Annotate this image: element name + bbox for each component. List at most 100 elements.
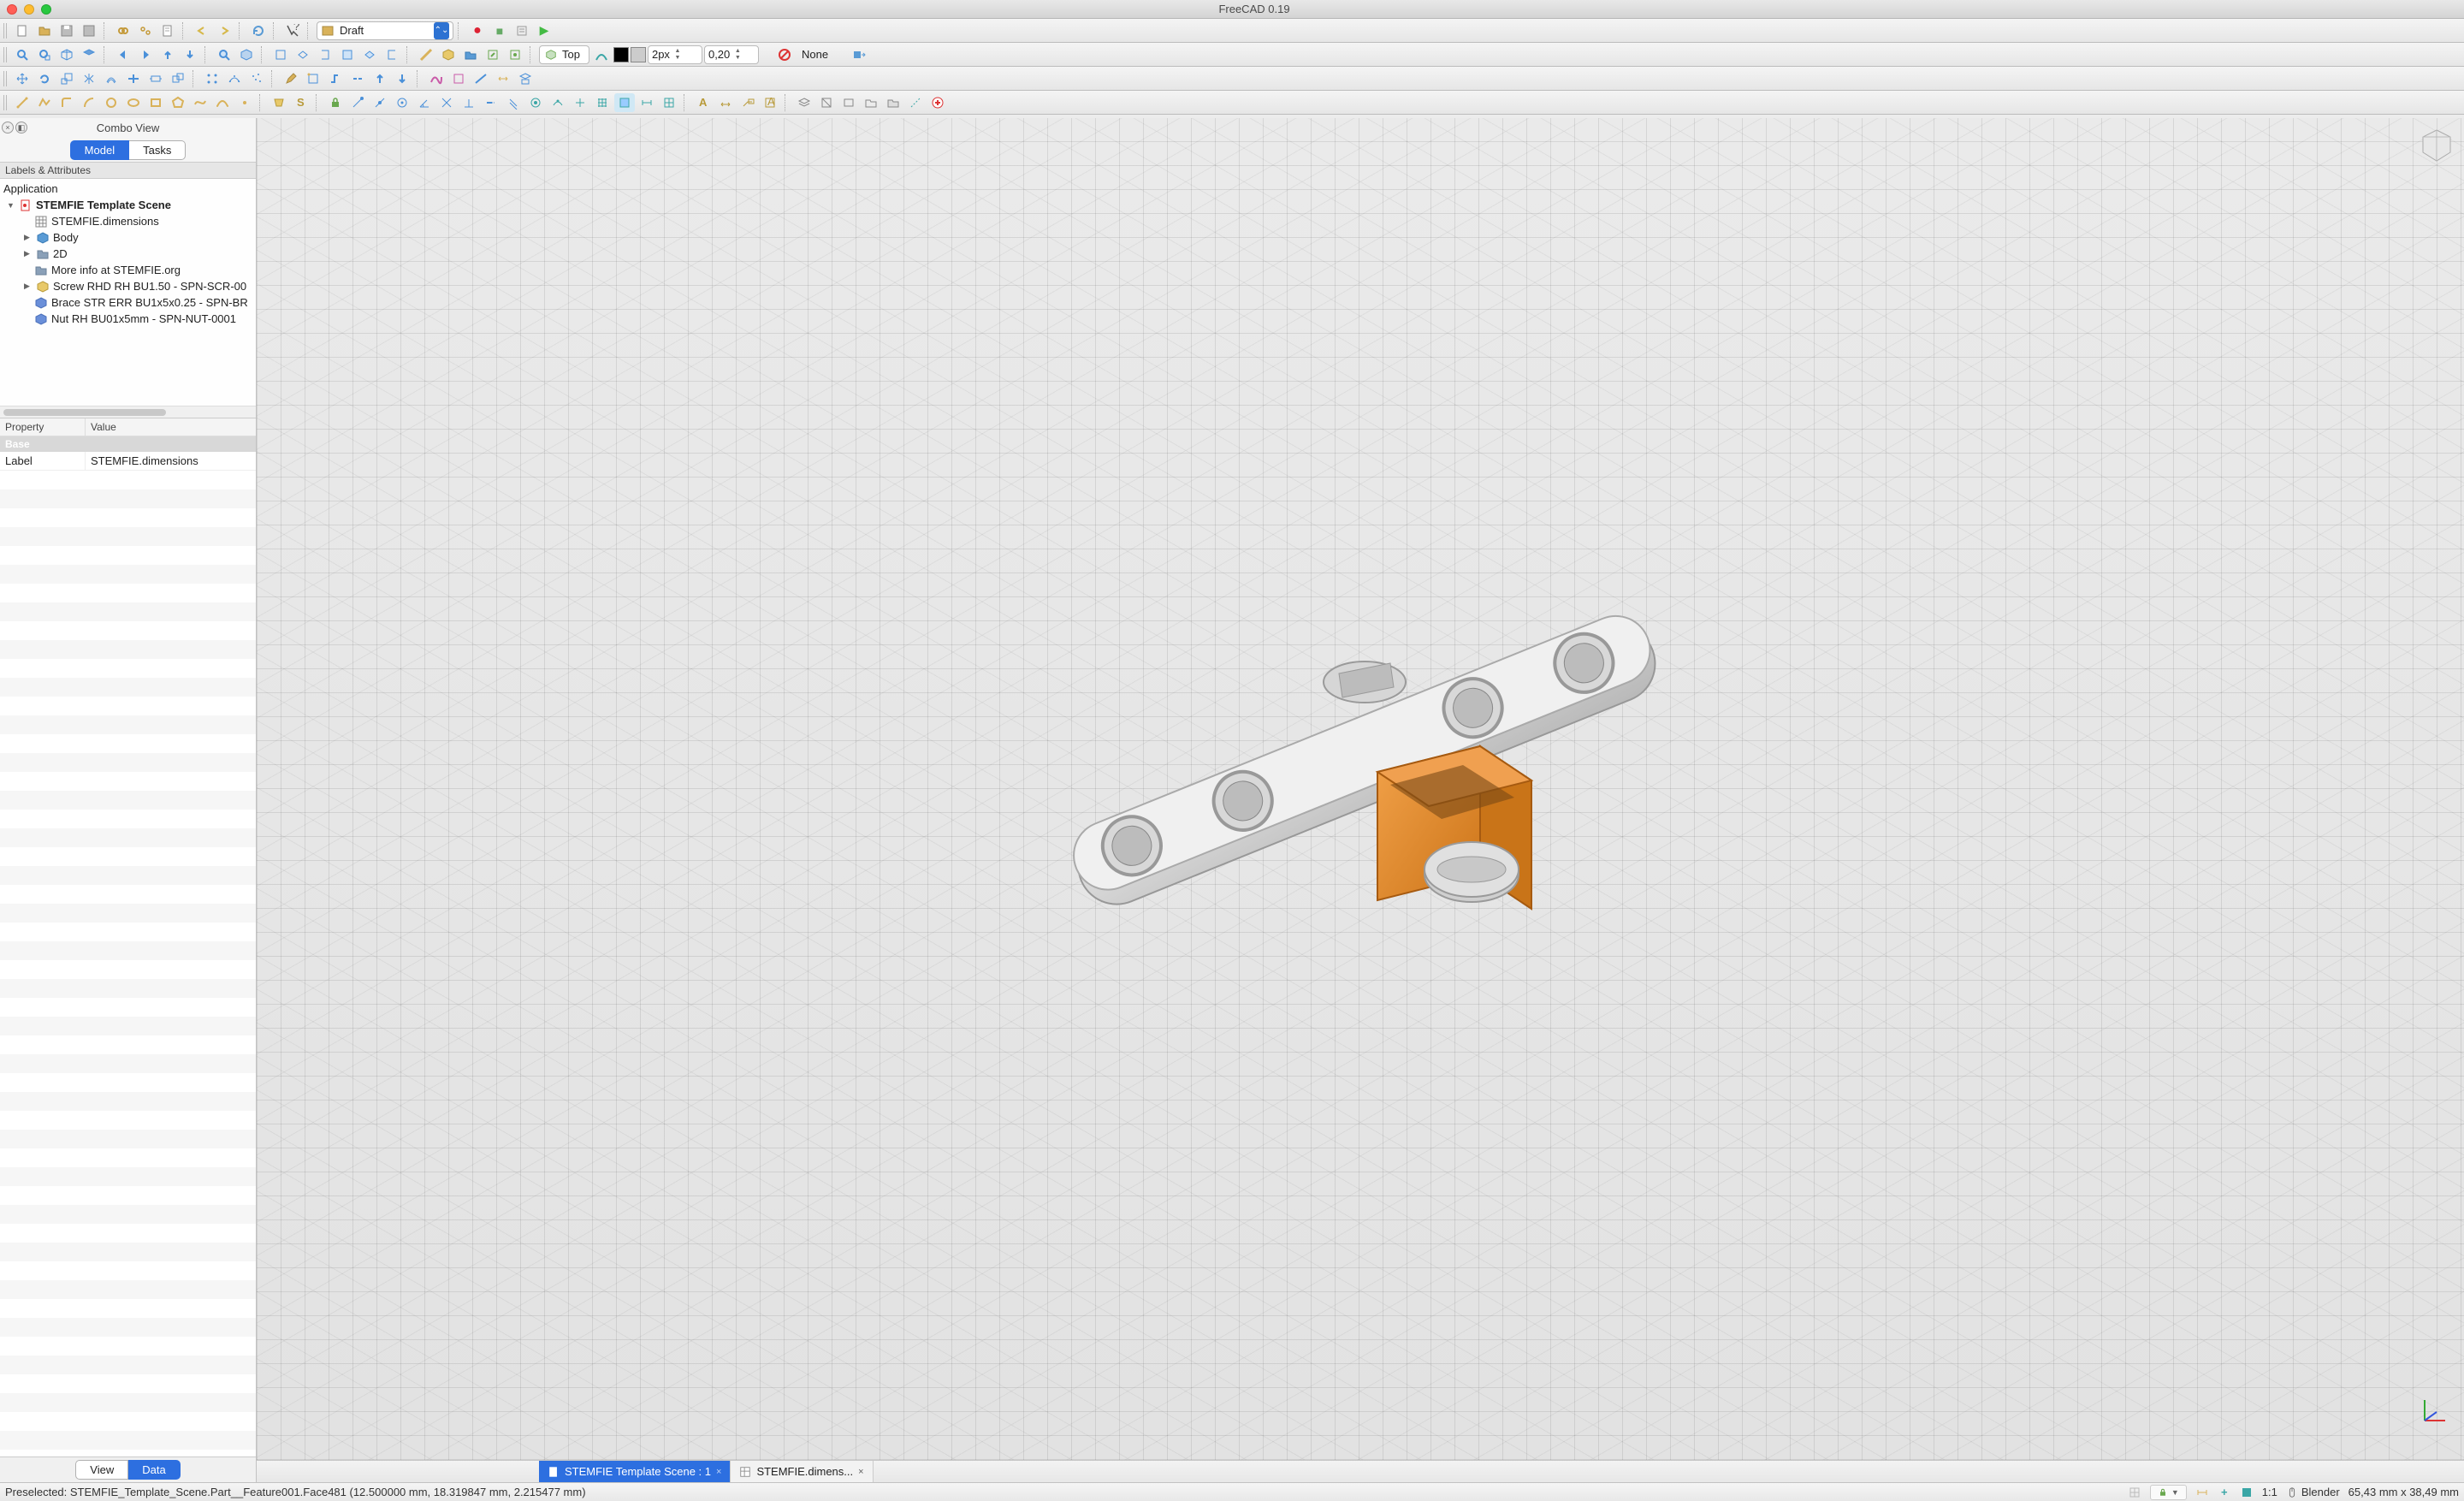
- scale-button[interactable]: [56, 69, 77, 88]
- tab-view[interactable]: View: [75, 1460, 128, 1480]
- line-width-field[interactable]: 2px ▲▼: [648, 45, 702, 64]
- disclosure-icon[interactable]: ▶: [24, 282, 33, 291]
- face-color-swatch[interactable]: [631, 47, 646, 62]
- whats-this-button[interactable]: ?: [282, 21, 303, 40]
- snap-ortho-button[interactable]: [570, 93, 590, 112]
- view-top-button[interactable]: [293, 45, 313, 64]
- snap-parallel-button[interactable]: [503, 93, 524, 112]
- macro-edit-button[interactable]: [512, 21, 532, 40]
- new-file-button[interactable]: [12, 21, 33, 40]
- nav-forward-button[interactable]: [135, 45, 156, 64]
- view-rear-button[interactable]: [337, 45, 358, 64]
- tab-tasks[interactable]: Tasks: [129, 140, 186, 160]
- array-point-button[interactable]: [246, 69, 267, 88]
- select-group-button[interactable]: [883, 93, 903, 112]
- view-front-button[interactable]: [270, 45, 291, 64]
- heal-button[interactable]: [927, 93, 948, 112]
- redo-button[interactable]: [214, 21, 234, 40]
- shape2dview-button[interactable]: [515, 69, 536, 88]
- join-button[interactable]: [325, 69, 346, 88]
- split-button[interactable]: [347, 69, 368, 88]
- grid-status-icon[interactable]: [2128, 1486, 2141, 1499]
- link-up-button[interactable]: [157, 45, 178, 64]
- add-to-group-button[interactable]: [861, 93, 881, 112]
- snap-intersection-button[interactable]: [436, 93, 457, 112]
- dimension-status-icon[interactable]: [2195, 1486, 2209, 1499]
- toolbar-handle[interactable]: [3, 47, 9, 62]
- save-file-button[interactable]: [56, 21, 77, 40]
- link-group-button[interactable]: [135, 21, 156, 40]
- property-row[interactable]: Label STEMFIE.dimensions: [0, 452, 256, 471]
- snap-grid-button[interactable]: [592, 93, 613, 112]
- subelement-button[interactable]: [303, 69, 323, 88]
- disclosure-icon[interactable]: ▶: [24, 249, 33, 258]
- current-view-chip[interactable]: Top: [539, 45, 589, 64]
- rotate-button[interactable]: [34, 69, 55, 88]
- property-value[interactable]: STEMFIE.dimensions: [86, 452, 204, 470]
- tree-item[interactable]: More info at STEMFIE.org: [0, 262, 256, 278]
- tree-root[interactable]: Application: [0, 181, 256, 197]
- minimize-window-button[interactable]: [24, 4, 34, 15]
- macro-record-button[interactable]: ●: [467, 21, 488, 40]
- nav-cube[interactable]: [2418, 127, 2455, 164]
- downgrade-button[interactable]: [392, 69, 412, 88]
- layer-button[interactable]: [794, 93, 814, 112]
- tree-item[interactable]: STEMFIE.dimensions: [0, 213, 256, 229]
- dim-precision-field[interactable]: 0,20 ▲▼: [704, 45, 759, 64]
- fit-selection-button[interactable]: [34, 45, 55, 64]
- spinner-icon[interactable]: ▲▼: [673, 48, 682, 62]
- ellipse-button[interactable]: [123, 93, 144, 112]
- add-construction-button[interactable]: [905, 93, 926, 112]
- bspline-button[interactable]: [190, 93, 210, 112]
- annotation-style-button[interactable]: A: [760, 93, 780, 112]
- snap-angle-button[interactable]: [414, 93, 435, 112]
- bezier-button[interactable]: [212, 93, 233, 112]
- link-final-button[interactable]: [180, 45, 200, 64]
- snap-perpendicular-button[interactable]: [459, 93, 479, 112]
- spinner-icon[interactable]: ▲▼: [733, 48, 742, 62]
- array-ortho-button[interactable]: [202, 69, 222, 88]
- toggle-display-button[interactable]: [838, 93, 859, 112]
- polygon-button[interactable]: [168, 93, 188, 112]
- close-tab-button[interactable]: ×: [858, 1467, 863, 1477]
- close-window-button[interactable]: [7, 4, 17, 15]
- clone-button[interactable]: [168, 69, 188, 88]
- close-tab-button[interactable]: ×: [716, 1467, 721, 1477]
- panel-close-button[interactable]: ×: [2, 122, 14, 133]
- wire-to-bspline-button[interactable]: [426, 69, 447, 88]
- tree-item[interactable]: ▶ 2D: [0, 246, 256, 262]
- toolbar-handle[interactable]: [3, 23, 9, 39]
- tab-model[interactable]: Model: [70, 140, 129, 160]
- tree-item[interactable]: Brace STR ERR BU1x5x0.25 - SPN-BR: [0, 294, 256, 311]
- dimension-button[interactable]: [715, 93, 736, 112]
- toggle-grid-button[interactable]: [659, 93, 679, 112]
- tree-item[interactable]: ▶ Screw RHD RH BU1.50 - SPN-SCR-00: [0, 278, 256, 294]
- scale-ratio[interactable]: 1:1: [2262, 1486, 2277, 1498]
- facebinder-button[interactable]: [269, 93, 289, 112]
- link-button[interactable]: [113, 21, 133, 40]
- tree-h-scrollbar[interactable]: [0, 406, 256, 418]
- edit-button[interactable]: [281, 69, 301, 88]
- disclosure-icon[interactable]: ▼: [7, 201, 15, 210]
- snap-wp-button[interactable]: [614, 93, 635, 112]
- snap-special-button[interactable]: [525, 93, 546, 112]
- draft-to-sketch-button[interactable]: [448, 69, 469, 88]
- group-button[interactable]: [460, 45, 481, 64]
- offset-button[interactable]: [101, 69, 121, 88]
- macro-stop-button[interactable]: ■: [489, 21, 510, 40]
- circle-button[interactable]: [101, 93, 121, 112]
- mirror-button[interactable]: [79, 69, 99, 88]
- undo-button[interactable]: [192, 21, 212, 40]
- snap-center-button[interactable]: [392, 93, 412, 112]
- workbench-selector[interactable]: Draft ⌃⌄: [317, 21, 453, 40]
- refresh-button[interactable]: [248, 21, 269, 40]
- arc-button[interactable]: [79, 93, 99, 112]
- document-tab[interactable]: STEMFIE Template Scene : 1 ×: [539, 1461, 731, 1482]
- macro-play-button[interactable]: ▶: [534, 21, 554, 40]
- toolbar-handle[interactable]: [3, 71, 9, 86]
- label-button[interactable]: [737, 93, 758, 112]
- text-button[interactable]: A: [693, 93, 714, 112]
- tree-item[interactable]: ▶ Body: [0, 229, 256, 246]
- line-color-swatch[interactable]: [613, 47, 629, 62]
- snap-endpoint-button[interactable]: [347, 93, 368, 112]
